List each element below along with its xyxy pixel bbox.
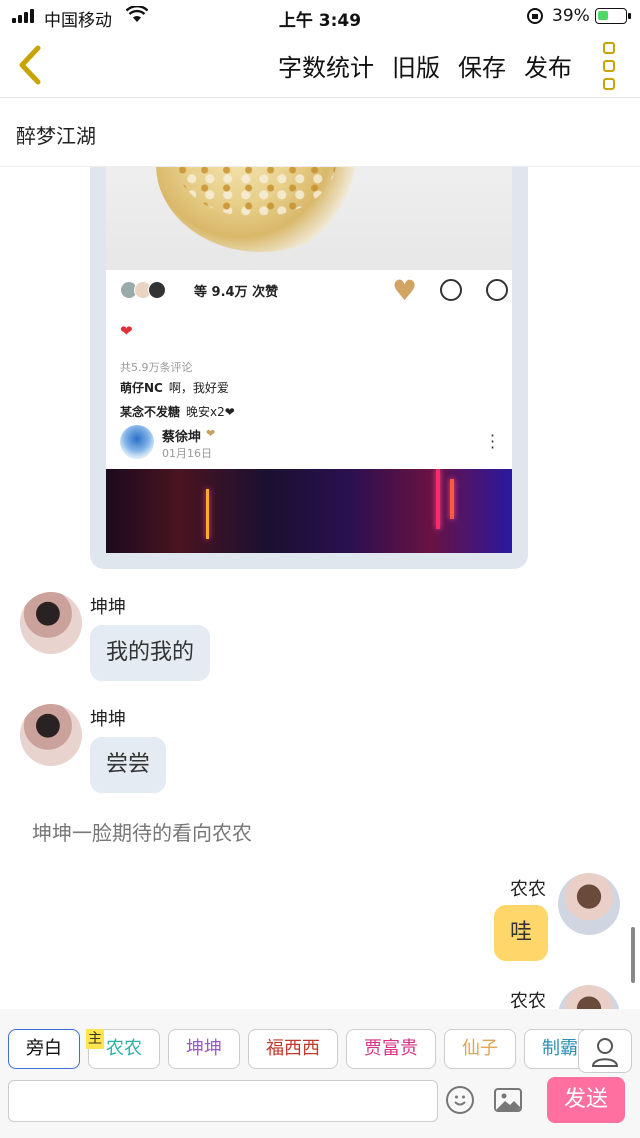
comment-icon [440, 279, 462, 301]
verified-badge-icon: ❤ [206, 427, 216, 440]
role-chip-fuxixi[interactable]: 福西西 [248, 1029, 338, 1069]
street-photo [106, 469, 512, 553]
menu-dot-icon [603, 42, 615, 54]
avatar [148, 281, 166, 299]
message-bubble[interactable]: 尝尝 [90, 737, 167, 793]
battery-percent: 39% [552, 6, 590, 26]
old-version-button[interactable]: 旧版 [392, 48, 440, 83]
poster-date: 01月16日 [162, 447, 212, 460]
heart-icon: ❤ [120, 322, 133, 340]
screenshot-image: 等 9.4万 次赞 ♥ ❤ 共5.9万条评论 萌仔NC 啊，我好爱 某念不发糖 晚安… [106, 167, 512, 553]
composer-bar: 发送 [0, 1076, 640, 1138]
status-bar: 中国移动 上午 3:49 39% [0, 0, 640, 34]
comment-count: 共5.9万条评论 [120, 361, 193, 374]
back-button[interactable] [10, 42, 50, 88]
speaker-name: 农农 [510, 879, 546, 900]
avatar[interactable] [20, 704, 82, 766]
comment-user: 萌仔NC [120, 381, 163, 395]
role-chip-jiafugui[interactable]: 贾富贵 [346, 1029, 436, 1069]
person-icon [591, 1038, 619, 1067]
share-icon [486, 279, 508, 301]
word-count-button[interactable]: 字数统计 [278, 48, 374, 83]
likes-count: 等 9.4万 次赞 [194, 285, 279, 300]
message-input[interactable] [8, 1080, 438, 1122]
image-message-card[interactable]: 等 9.4万 次赞 ♥ ❤ 共5.9万条评论 萌仔NC 啊，我好爱 某念不发糖 晚安… [90, 167, 528, 569]
publish-button[interactable]: 发布 [524, 48, 572, 83]
speaker-name: 坤坤 [90, 597, 126, 618]
battery-icon [595, 8, 631, 24]
document-title-bar: 醉梦江湖 [0, 99, 640, 167]
comment-text: 晚安x2❤ [186, 405, 235, 419]
role-chip-kunkun[interactable]: 坤坤 [168, 1029, 240, 1069]
smiley-icon [454, 1095, 466, 1106]
more-icon: · · · [490, 426, 496, 457]
top-nav: 字数统计 旧版 保存 发布 [0, 34, 640, 98]
narration-text[interactable]: 坤坤一脸期待的看向农农 [32, 817, 252, 846]
comment-line: 萌仔NC 啊，我好爱 [120, 379, 229, 396]
save-button[interactable]: 保存 [458, 48, 506, 83]
likes-row: 等 9.4万 次赞 ♥ [120, 274, 508, 309]
avatar[interactable] [558, 873, 620, 935]
speaker-name: 坤坤 [90, 709, 126, 730]
rotation-lock-icon [527, 8, 543, 24]
comment-text: 啊，我好爱 [168, 381, 229, 395]
menu-dot-icon [603, 78, 615, 90]
image-button[interactable] [494, 1088, 522, 1112]
comment-user: 某念不发糖 [120, 405, 181, 419]
role-chip-xianzi[interactable]: 仙子 [444, 1029, 516, 1069]
emoji-button[interactable] [446, 1086, 474, 1114]
menu-dot-icon [603, 60, 615, 72]
avatar [120, 425, 154, 459]
comment-line: 某念不发糖 晚安x2❤ [120, 403, 235, 420]
scrollbar[interactable] [631, 927, 635, 983]
message-bubble[interactable]: 哇 [494, 905, 549, 961]
chat-area[interactable]: 等 9.4万 次赞 ♥ ❤ 共5.9万条评论 萌仔NC 啊，我好爱 某念不发糖 晚安… [0, 167, 640, 1009]
role-manage-button[interactable] [578, 1029, 632, 1073]
send-button[interactable]: 发送 [547, 1077, 625, 1123]
message-bubble[interactable]: 我的我的 [90, 625, 211, 681]
avatar[interactable] [20, 592, 82, 654]
host-badge: 主 [86, 1029, 104, 1049]
more-menu-button[interactable] [598, 42, 620, 90]
role-selector: 旁白 农农 主 坤坤 福西西 贾富贵 仙子 制霸 [0, 1009, 640, 1085]
food-photo [106, 167, 512, 270]
picture-icon [497, 1093, 520, 1110]
poster-name: 蔡徐坤 [162, 430, 202, 445]
speaker-name: 农农 [510, 991, 546, 1009]
role-chip-narrator[interactable]: 旁白 [8, 1029, 80, 1069]
document-title[interactable]: 醉梦江湖 [16, 120, 96, 149]
heart-icon: ♥ [392, 274, 418, 307]
avatar[interactable] [558, 985, 620, 1009]
